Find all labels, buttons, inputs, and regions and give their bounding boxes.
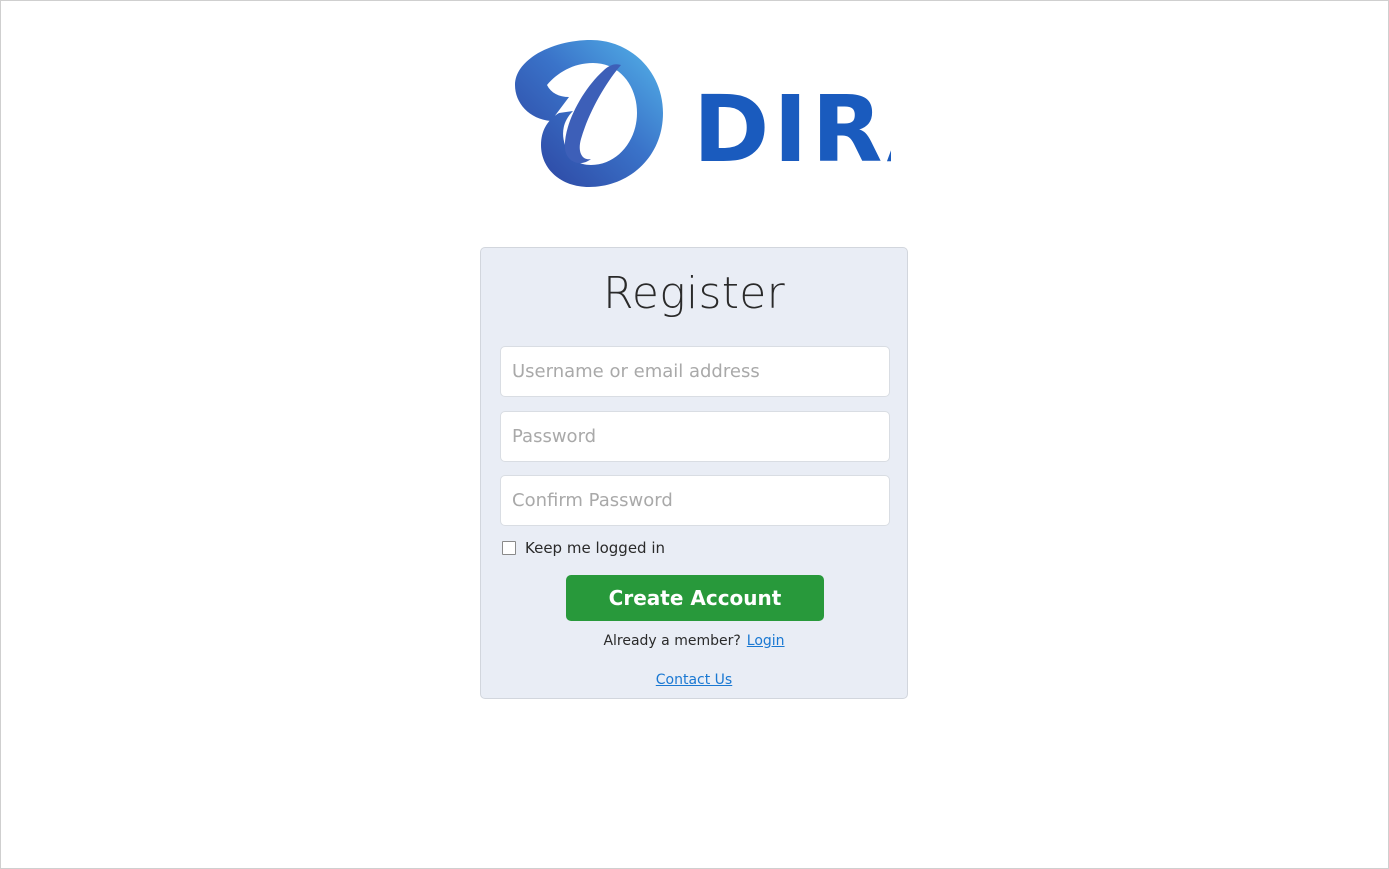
password-input[interactable] — [500, 411, 890, 462]
register-card: Register Keep me logged in Create Accoun… — [480, 247, 908, 699]
dira-logo: DIRA — [511, 35, 891, 195]
confirm-password-input[interactable] — [500, 475, 890, 526]
contact-row: Contact Us — [481, 672, 907, 688]
username-input[interactable] — [500, 346, 890, 397]
keep-logged-in-label[interactable]: Keep me logged in — [525, 539, 665, 557]
keep-logged-in-row: Keep me logged in — [502, 539, 665, 557]
contact-us-link[interactable]: Contact Us — [656, 672, 732, 688]
keep-logged-in-checkbox[interactable] — [502, 541, 516, 555]
login-link[interactable]: Login — [747, 633, 785, 649]
svg-text:DIRA: DIRA — [693, 76, 891, 183]
member-prompt: Already a member? — [603, 633, 741, 649]
create-account-button[interactable]: Create Account — [566, 575, 824, 621]
already-member-row: Already a member? Login — [481, 633, 907, 649]
page-title: Register — [602, 268, 786, 319]
logo-mark-icon: DIRA — [515, 40, 891, 187]
